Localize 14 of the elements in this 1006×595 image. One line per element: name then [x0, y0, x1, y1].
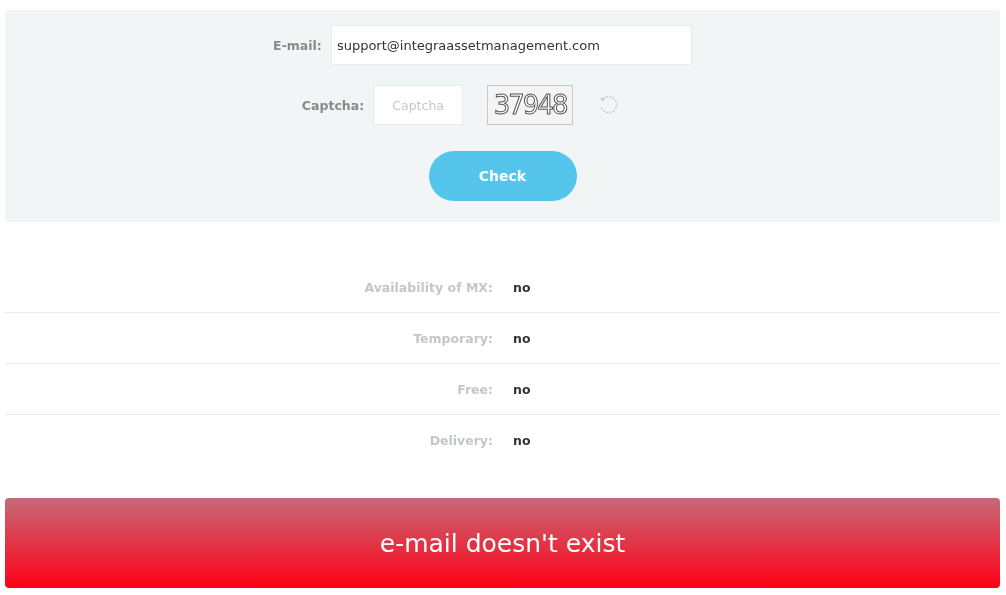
result-label: Delivery:: [428, 432, 493, 448]
captcha-field[interactable]: Captcha: [373, 85, 464, 125]
refresh-icon[interactable]: [597, 94, 620, 116]
result-label: Temporary:: [412, 330, 493, 346]
result-value: no: [513, 381, 532, 397]
result-label: Free:: [456, 381, 493, 397]
result-value: no: [513, 432, 532, 448]
captcha-label: Captcha:: [301, 97, 365, 113]
result-banner: e-mail doesn't exist: [5, 498, 1000, 588]
email-field[interactable]: support@integraassetmanagement.com: [330, 25, 692, 65]
result-value: no: [513, 330, 532, 346]
result-label: Availability of MX:: [363, 279, 493, 295]
email-label: E-mail:: [273, 37, 322, 53]
result-value: no: [513, 279, 532, 295]
